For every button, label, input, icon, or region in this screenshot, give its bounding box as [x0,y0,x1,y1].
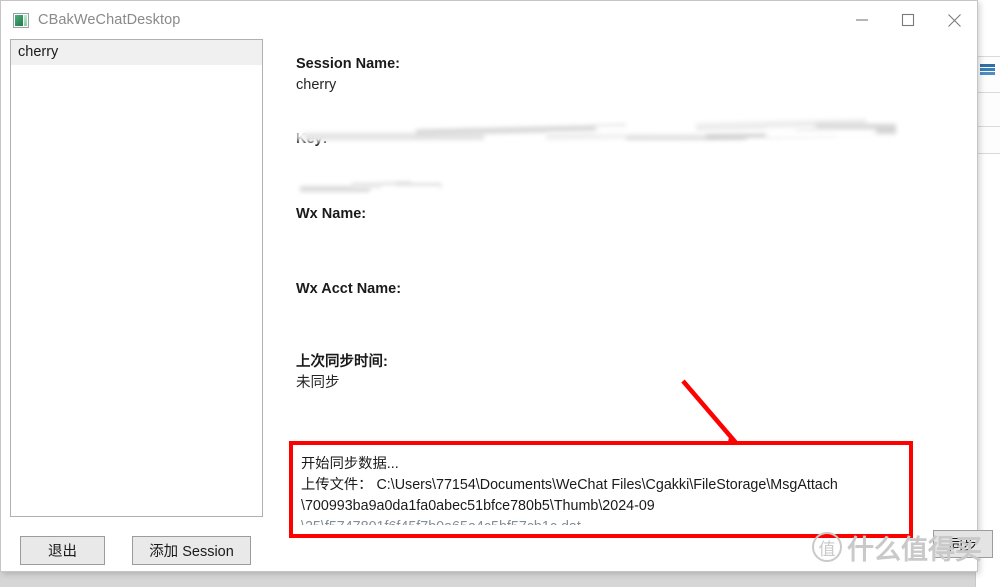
log-line: \700993ba9a0da1fa0abec51bfce780b5\Thumb\… [301,498,655,514]
field-spacer [296,100,916,128]
session-detail-panel: Session Name: cherry Key: Wx Name: Wx Ac… [296,53,916,398]
field-value-redacted [296,225,916,246]
list-item[interactable]: cherry [11,40,262,65]
close-button[interactable] [931,1,977,39]
sync-button[interactable]: 同步 [933,530,993,558]
field-session-name: Session Name: cherry [296,53,916,96]
minimize-button[interactable] [839,1,885,39]
background-window-row [976,126,1000,154]
field-spacer [296,325,916,351]
field-label: Session Name: [296,56,400,72]
exit-button[interactable]: 退出 [20,536,105,565]
app-icon [13,12,29,28]
field-wx-acct-name: Wx Acct Name: [296,278,916,321]
field-label: 上次同步时间: [296,354,388,370]
close-icon [947,13,961,27]
log-line: \25\f5747801f6f45f7b0a65a4c5bf57cb1c.dat [301,519,581,535]
session-list[interactable]: cherry [10,39,263,517]
log-line: 上传文件： C:\Users\77154\Documents\WeChat Fi… [301,477,838,493]
application-window: CBakWeChatDesktop cherry Session Name: c… [0,0,993,572]
desktop-background: CBakWeChatDesktop cherry Session Name: c… [0,0,1000,587]
field-value: cherry [296,77,337,93]
maximize-button[interactable] [885,1,931,39]
field-label: Wx Name: [296,206,367,222]
minimize-icon [856,19,868,21]
add-session-button[interactable]: 添加 Session [132,536,251,565]
field-key: Key: [296,128,916,171]
field-last-sync-time: 上次同步时间: 未同步 [296,351,916,394]
field-label: Wx Acct Name: [296,281,402,297]
log-content: 开始同步数据... 上传文件： C:\Users\77154\Documents… [293,445,909,535]
log-line: 开始同步数据... [301,456,399,472]
field-wx-name: Wx Name: [296,203,916,246]
background-app-icon [980,64,995,78]
window-title: CBakWeChatDesktop [38,12,181,28]
field-value: 未同步 [296,375,340,391]
background-window-row [976,92,1000,128]
maximize-icon [901,13,915,27]
window-controls [839,1,977,39]
background-window-sliver[interactable] [975,0,1000,587]
field-spacer [296,175,916,203]
field-spacer [296,250,916,278]
field-label: Key: [296,131,328,147]
log-output-box[interactable]: 开始同步数据... 上传文件： C:\Users\77154\Documents… [289,441,913,538]
field-value [296,300,916,321]
title-bar[interactable]: CBakWeChatDesktop [1,1,977,39]
field-value-redacted [296,150,916,171]
